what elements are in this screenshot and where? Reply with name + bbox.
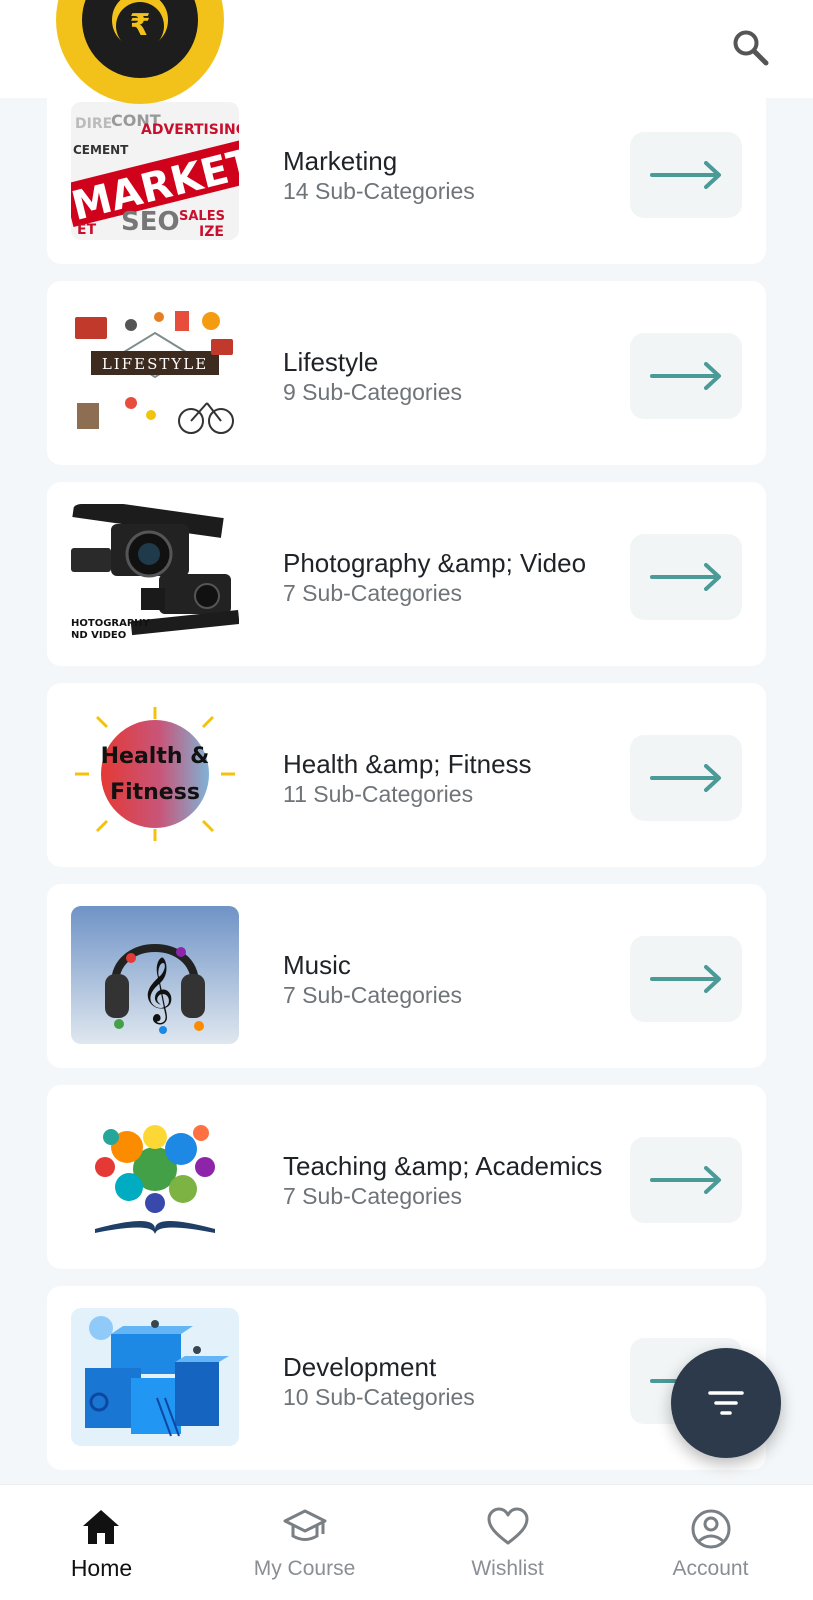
filter-fab-button[interactable] <box>671 1348 781 1458</box>
nav-my-course[interactable]: My Course <box>203 1485 406 1600</box>
filter-icon <box>708 1391 744 1415</box>
category-title: Marketing <box>283 146 398 176</box>
svg-text:DIRE: DIRE <box>75 116 112 132</box>
music-thumbnail: 𝄞 <box>71 906 239 1044</box>
nav-account[interactable]: Account <box>609 1485 812 1600</box>
open-category-button[interactable] <box>630 735 742 821</box>
arrow-right-icon <box>650 362 721 390</box>
category-card-music[interactable]: 𝄞 Music 7 Sub-Categories <box>47 884 766 1068</box>
nav-home[interactable]: Home <box>0 1485 203 1600</box>
category-list[interactable]: DIRE CONT ADVERTISING CEMENT MARKETIN SE… <box>0 96 813 1484</box>
category-title: Health &amp; Fitness <box>283 749 532 779</box>
arrow-right-icon <box>650 161 721 189</box>
svg-text:Health &: Health & <box>101 744 210 769</box>
search-icon[interactable] <box>731 28 771 68</box>
nav-home-label: Home <box>70 1555 133 1581</box>
category-card-health-fitness[interactable]: Health & Fitness Health &amp; Fitness 11… <box>47 683 766 867</box>
rupee-icon: ₹ <box>116 2 164 50</box>
brand-logo[interactable]: ₹ <box>56 0 224 104</box>
development-thumbnail <box>71 1308 239 1446</box>
open-category-button[interactable] <box>630 333 742 419</box>
arrow-right-icon <box>650 965 721 993</box>
nav-account-label: Account <box>672 1557 749 1580</box>
bottom-navigation: Home My Course Wishlist Account <box>0 1484 813 1600</box>
photography-thumbnail: HOTOGRAPHY ND VIDEO <box>71 504 239 642</box>
svg-text:𝄞: 𝄞 <box>141 957 174 1024</box>
svg-text:ND VIDEO: ND VIDEO <box>71 630 126 641</box>
category-subtitle: 14 Sub-Categories <box>283 178 475 204</box>
category-subtitle: 7 Sub-Categories <box>283 1183 462 1209</box>
graduation-cap-icon <box>283 1509 327 1541</box>
category-subtitle: 11 Sub-Categories <box>283 781 474 807</box>
category-title: Music <box>283 950 351 980</box>
nav-wishlist[interactable]: Wishlist <box>406 1485 609 1600</box>
svg-text:LIFESTYLE: LIFESTYLE <box>102 355 208 373</box>
account-icon <box>691 1509 731 1549</box>
home-icon <box>83 1510 119 1544</box>
category-title: Photography &amp; Video <box>283 548 587 578</box>
teaching-thumbnail <box>71 1107 239 1245</box>
category-card-marketing[interactable]: DIRE CONT ADVERTISING CEMENT MARKETIN SE… <box>47 96 766 264</box>
category-title: Teaching &amp; Academics <box>283 1151 603 1181</box>
arrow-right-icon <box>650 1166 721 1194</box>
marketing-thumbnail: DIRE CONT ADVERTISING CEMENT MARKETIN SE… <box>71 102 239 240</box>
category-subtitle: 9 Sub-Categories <box>283 379 462 405</box>
open-category-button[interactable] <box>630 534 742 620</box>
open-category-button[interactable] <box>630 936 742 1022</box>
svg-text:ET: ET <box>77 222 97 238</box>
category-subtitle: 10 Sub-Categories <box>283 1384 475 1410</box>
open-category-button[interactable] <box>630 132 742 218</box>
category-card-lifestyle[interactable]: LIFESTYLE Lifestyle 9 Sub-Categories <box>47 281 766 465</box>
category-card-development[interactable]: Development 10 Sub-Categories <box>47 1286 766 1470</box>
arrow-right-icon <box>650 764 721 792</box>
lifestyle-thumbnail: LIFESTYLE <box>71 303 239 441</box>
arrow-right-icon <box>650 563 721 591</box>
svg-text:HOTOGRAPHY: HOTOGRAPHY <box>71 618 151 629</box>
svg-text:SEO: SEO <box>121 207 180 237</box>
category-title: Development <box>283 1352 437 1382</box>
svg-text:CEMENT: CEMENT <box>73 143 129 157</box>
app-header: ₹ <box>0 0 813 104</box>
category-card-teaching-academics[interactable]: Teaching &amp; Academics 7 Sub-Categorie… <box>47 1085 766 1269</box>
nav-wishlist-label: Wishlist <box>471 1557 544 1580</box>
category-subtitle: 7 Sub-Categories <box>283 580 462 606</box>
svg-text:ADVERTISING: ADVERTISING <box>141 122 239 138</box>
category-card-photography-video[interactable]: HOTOGRAPHY ND VIDEO Photography &amp; Vi… <box>47 482 766 666</box>
nav-my-course-label: My Course <box>253 1557 356 1580</box>
health-fitness-thumbnail: Health & Fitness <box>71 705 239 843</box>
svg-text:SALES: SALES <box>179 209 225 224</box>
heart-icon <box>487 1507 529 1545</box>
svg-text:Fitness: Fitness <box>110 780 200 805</box>
svg-text:IZE: IZE <box>199 224 224 240</box>
category-subtitle: 7 Sub-Categories <box>283 982 462 1008</box>
open-category-button[interactable] <box>630 1137 742 1223</box>
category-title: Lifestyle <box>283 347 379 377</box>
